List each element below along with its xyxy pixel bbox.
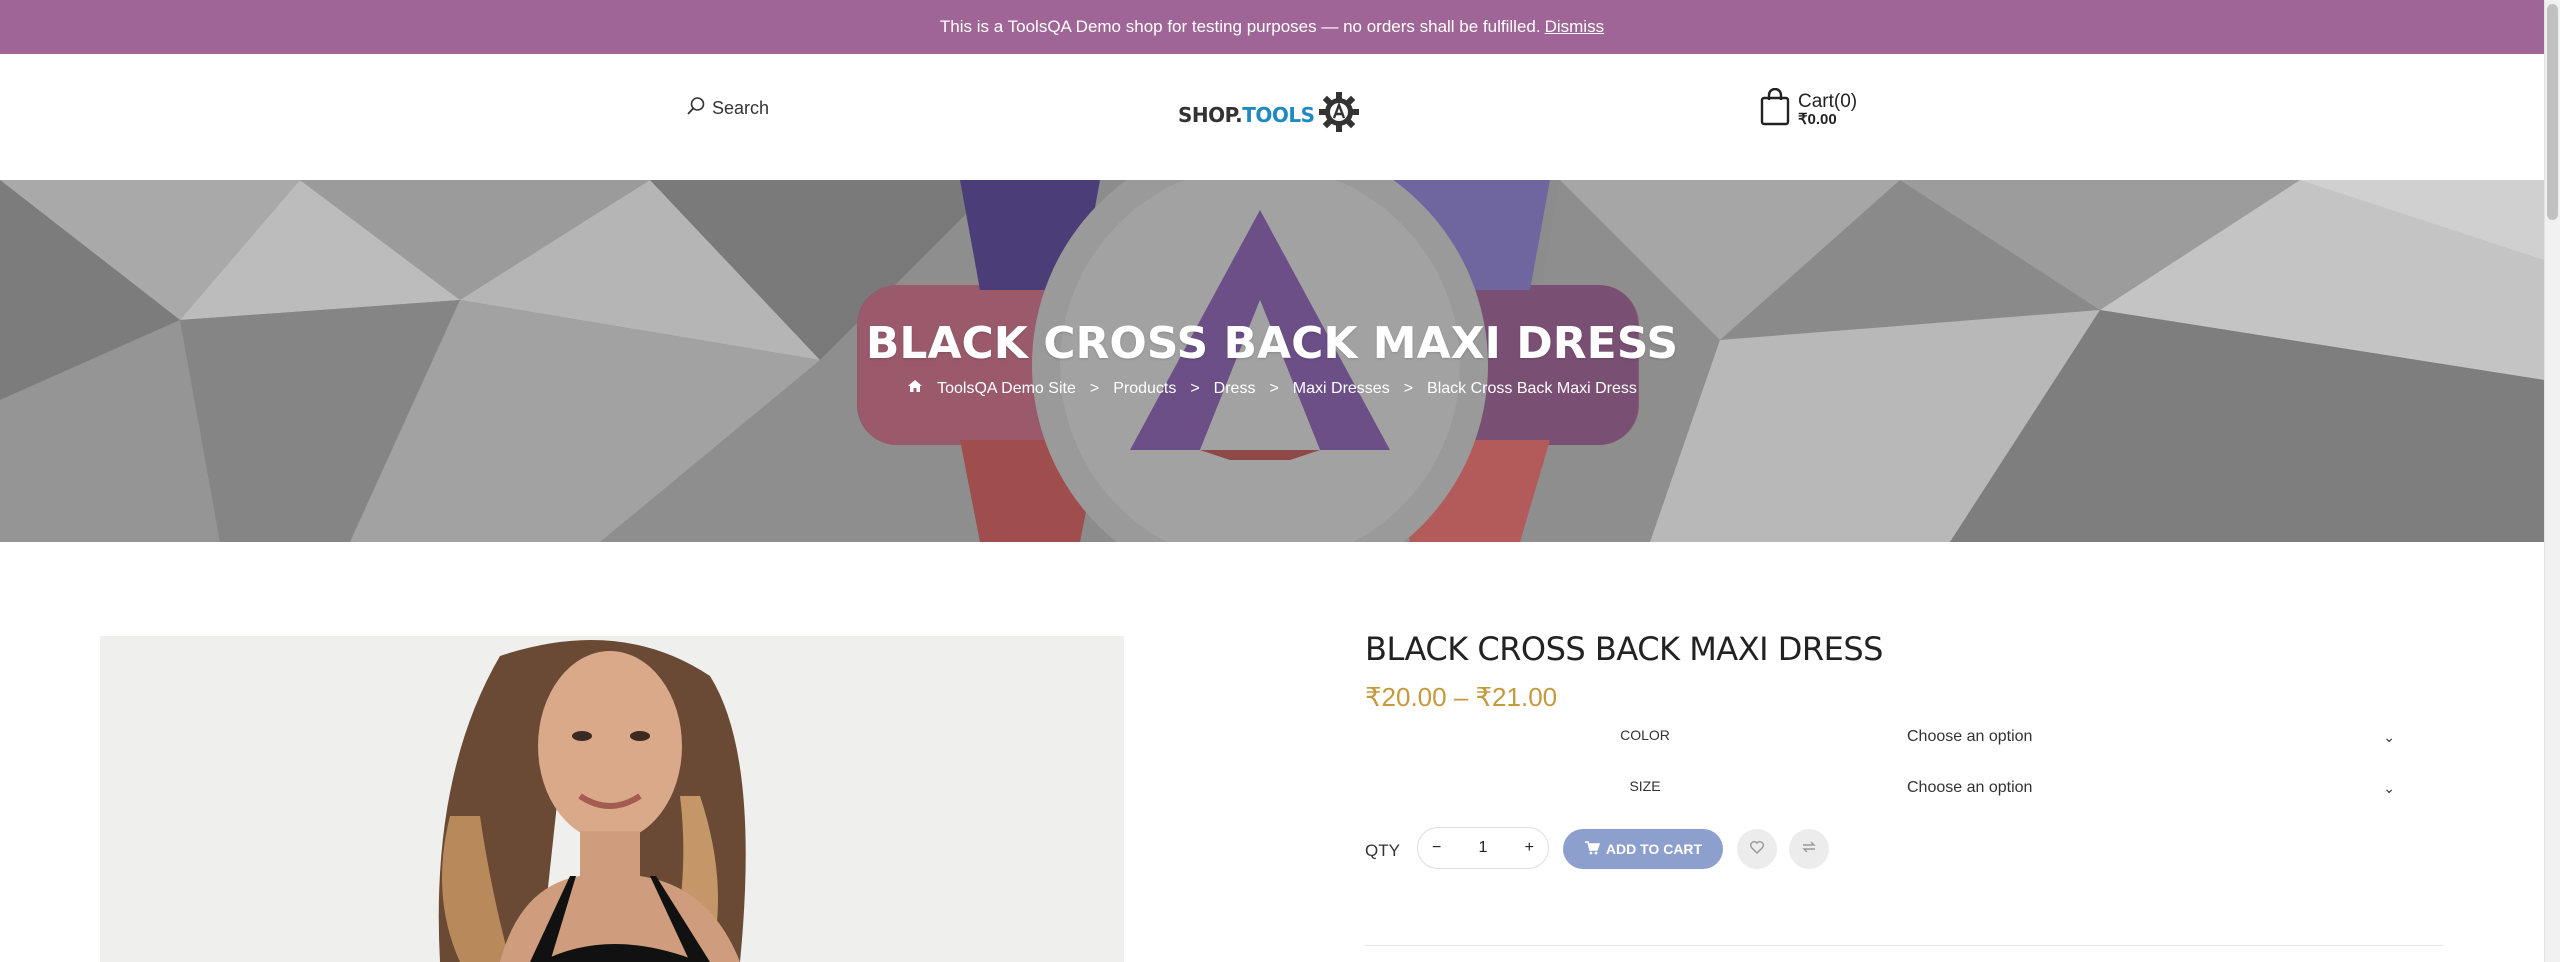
demo-notice-text: This is a ToolsQA Demo shop for testing … bbox=[939, 17, 1541, 36]
quantity-stepper: − 1 + bbox=[1417, 827, 1549, 869]
size-option-row: SIZE Choose an option ⌄ bbox=[1365, 764, 2445, 815]
breadcrumb-separator: > bbox=[1269, 379, 1279, 397]
qty-decrease-button[interactable]: − bbox=[1432, 839, 1441, 857]
quantity-row: QTY − 1 + ADD TO CART bbox=[1365, 823, 2445, 883]
product-title: BLACK CROSS BACK MAXI DRESS bbox=[1365, 630, 1883, 668]
breadcrumb-home[interactable]: ToolsQA Demo Site bbox=[937, 380, 1076, 398]
scrollbar-thumb[interactable] bbox=[2547, 4, 2558, 220]
breadcrumb-current: Black Cross Back Maxi Dress bbox=[1427, 379, 1637, 397]
dismiss-link[interactable]: Dismiss bbox=[1545, 17, 1605, 37]
color-option-row: COLOR Choose an option ⌄ bbox=[1365, 713, 2445, 764]
page-scrollbar[interactable] bbox=[2544, 0, 2560, 962]
hero-banner: BLACK CROSS BACK MAXI DRESS ToolsQA Demo… bbox=[0, 180, 2544, 542]
cart-button[interactable]: Cart(0) ₹0.00 bbox=[1760, 87, 1858, 131]
site-logo[interactable]: SHOP.TOOLS bbox=[1178, 90, 1361, 139]
logo-text-tools: TOOLS bbox=[1242, 102, 1315, 127]
cart-title: Cart(0) bbox=[1798, 90, 1858, 112]
section-divider bbox=[1365, 945, 2443, 946]
compare-button[interactable] bbox=[1789, 829, 1829, 869]
cart-icon bbox=[1584, 840, 1601, 859]
breadcrumb: ToolsQA Demo Site > Products > Dress > M… bbox=[0, 378, 2544, 399]
chevron-down-icon: ⌄ bbox=[2383, 728, 2395, 745]
breadcrumb-dress[interactable]: Dress bbox=[1214, 380, 1256, 398]
color-select-value: Choose an option bbox=[1907, 728, 2033, 745]
breadcrumb-separator: > bbox=[1089, 379, 1100, 397]
breadcrumb-maxi-dresses[interactable]: Maxi Dresses bbox=[1293, 380, 1390, 398]
search-icon bbox=[686, 96, 706, 121]
model-photo bbox=[100, 636, 1124, 962]
home-icon[interactable] bbox=[907, 378, 923, 399]
heart-icon bbox=[1749, 839, 1765, 860]
size-select[interactable]: Choose an option ⌄ bbox=[1903, 772, 2403, 804]
add-to-cart-button[interactable]: ADD TO CART bbox=[1563, 829, 1723, 869]
wishlist-button[interactable] bbox=[1737, 829, 1777, 869]
site-header: Search SHOP.TOOLS Cart(0) ₹0.00 bbox=[0, 54, 2544, 180]
color-label: COLOR bbox=[1620, 727, 1670, 743]
qty-label: QTY bbox=[1365, 841, 1400, 860]
cart-bag-icon bbox=[1760, 87, 1790, 131]
hero-title: BLACK CROSS BACK MAXI DRESS bbox=[865, 318, 1679, 369]
product-price: ₹20.00 – ₹21.00 bbox=[1365, 682, 1558, 712]
product-summary: BLACK CROSS BACK MAXI DRESS ₹20.00 – ₹21… bbox=[1365, 630, 2445, 883]
search-label: Search bbox=[712, 98, 770, 118]
size-label: SIZE bbox=[1629, 778, 1661, 794]
breadcrumb-separator: > bbox=[1190, 379, 1200, 397]
demo-notice-bar: This is a ToolsQA Demo shop for testing … bbox=[0, 0, 2544, 54]
gear-logo-icon bbox=[1317, 90, 1361, 139]
color-select[interactable]: Choose an option ⌄ bbox=[1903, 721, 2403, 753]
qty-input[interactable]: 1 bbox=[1479, 839, 1488, 857]
size-select-value: Choose an option bbox=[1907, 779, 2033, 796]
logo-text-shop: SHOP. bbox=[1178, 102, 1243, 127]
chevron-down-icon: ⌄ bbox=[2383, 779, 2395, 796]
breadcrumb-products[interactable]: Products bbox=[1113, 380, 1176, 398]
breadcrumb-separator: > bbox=[1403, 379, 1414, 397]
search-button[interactable]: Search bbox=[686, 96, 769, 121]
compare-icon bbox=[1801, 839, 1817, 860]
qty-increase-button[interactable]: + bbox=[1525, 839, 1534, 857]
cart-total: ₹0.00 bbox=[1798, 110, 1837, 128]
product-image[interactable] bbox=[100, 636, 1124, 962]
add-to-cart-label: ADD TO CART bbox=[1605, 841, 1703, 857]
